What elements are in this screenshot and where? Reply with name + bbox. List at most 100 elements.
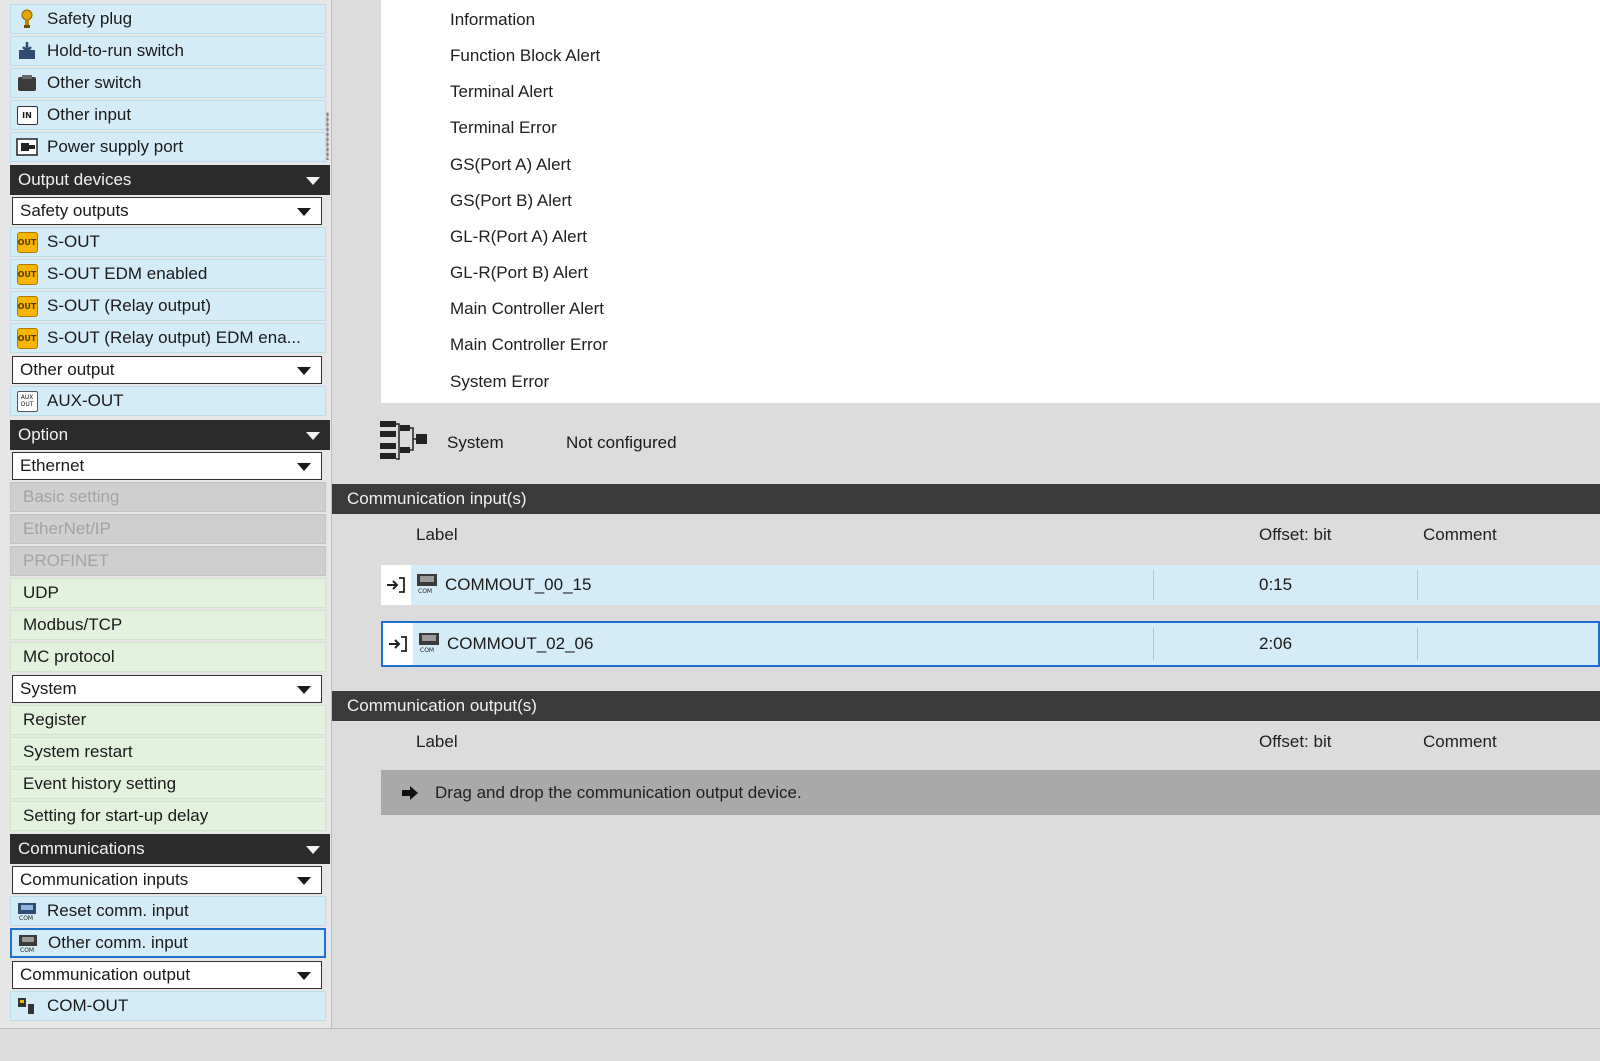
col-header-offset: Offset: bit <box>1259 525 1332 544</box>
system-tree-icon <box>380 419 428 468</box>
section-title: Communication input(s) <box>347 489 527 508</box>
com-device-icon: COM <box>417 631 441 658</box>
palette-item-other-input[interactable]: IN Other input <box>10 100 326 130</box>
palette-item-other-switch[interactable]: Other switch <box>10 68 326 98</box>
palette-item-label: S-OUT <box>47 232 100 251</box>
svg-text:COM: COM <box>20 947 34 953</box>
category-label: Communications <box>18 839 145 858</box>
dropdown-communication-output[interactable]: Communication output <box>12 961 322 989</box>
safety-plug-icon <box>15 8 39 30</box>
out-badge-icon: OUT <box>15 263 39 285</box>
chevron-down-icon <box>297 877 311 885</box>
section-title: Communication output(s) <box>347 696 537 715</box>
palette-item-label: Other comm. input <box>48 933 188 952</box>
palette-item-label: Hold-to-run switch <box>47 41 184 60</box>
palette-item-mc-protocol[interactable]: MC protocol <box>10 642 326 672</box>
chevron-down-icon <box>297 686 311 694</box>
palette-item-label: S-OUT EDM enabled <box>47 264 208 283</box>
column-divider <box>1153 628 1154 660</box>
power-port-icon <box>15 136 39 158</box>
palette-item-ethernet-ip: EtherNet/IP <box>10 514 326 544</box>
palette-item-com-out[interactable]: COM-OUT <box>10 991 326 1021</box>
palette-item-label: Basic setting <box>23 487 120 506</box>
palette-item-udp[interactable]: UDP <box>10 578 326 608</box>
alert-item: Main Controller Alert <box>450 299 605 318</box>
palette-item-basic-setting: Basic setting <box>10 482 326 512</box>
palette-item-event-history[interactable]: Event history setting <box>10 769 326 799</box>
com-device-icon: COM <box>16 932 40 954</box>
palette-item-modbus-tcp[interactable]: Modbus/TCP <box>10 610 326 640</box>
dropdown-value: Safety outputs <box>20 201 129 220</box>
chevron-down-icon <box>306 177 320 185</box>
alert-item: GS(Port A) Alert <box>450 155 571 174</box>
palette-item-label: PROFINET <box>23 551 109 570</box>
chevron-down-icon <box>306 846 320 854</box>
palette-item-power-supply-port[interactable]: Power supply port <box>10 132 326 162</box>
chevron-down-icon <box>297 367 311 375</box>
splitter-handle[interactable] <box>326 112 329 160</box>
alert-item: Terminal Alert <box>450 82 553 101</box>
comm-output-drop-zone[interactable]: Drag and drop the communication output d… <box>381 770 1600 815</box>
dropdown-value: Ethernet <box>20 456 85 475</box>
palette-item-register[interactable]: Register <box>10 705 326 735</box>
palette-item-label: Event history setting <box>23 774 177 793</box>
dropdown-ethernet[interactable]: Ethernet <box>12 452 322 480</box>
column-divider <box>1417 570 1418 600</box>
alert-item: GL-R(Port A) Alert <box>450 227 587 246</box>
row-offset: 0:15 <box>1259 575 1293 594</box>
palette-item-other-comm-input[interactable]: COM Other comm. input <box>10 928 326 958</box>
palette-item-s-out[interactable]: OUT S-OUT <box>10 227 326 257</box>
palette-item-s-out-relay-edm[interactable]: OUT S-OUT (Relay output) EDM ena... <box>10 323 326 353</box>
category-communications[interactable]: Communications <box>10 834 330 864</box>
system-status-row[interactable]: System Not configured <box>380 418 677 468</box>
col-header-offset: Offset: bit <box>1259 732 1332 751</box>
palette-item-reset-comm-input[interactable]: COM Reset comm. input <box>10 896 326 926</box>
dropdown-safety-outputs[interactable]: Safety outputs <box>12 197 322 225</box>
comm-input-row-selected[interactable]: COM COMMOUT_02_06 2:06 <box>381 621 1600 667</box>
palette-item-label: S-OUT (Relay output) EDM ena... <box>47 328 301 347</box>
dropdown-other-output[interactable]: Other output <box>12 356 322 384</box>
palette-item-label: Reset comm. input <box>47 901 189 920</box>
palette-item-aux-out[interactable]: AUX OUT AUX-OUT <box>10 386 326 416</box>
category-label: Output devices <box>18 170 132 189</box>
col-header-comment: Comment <box>1423 525 1497 544</box>
in-badge-icon: IN <box>15 104 39 126</box>
palette-item-label: Modbus/TCP <box>23 615 123 634</box>
col-header-comment: Comment <box>1423 732 1497 751</box>
svg-text:COM: COM <box>420 647 434 653</box>
palette-item-safety-plug[interactable]: Safety plug <box>10 4 326 34</box>
alert-item: GS(Port B) Alert <box>450 191 572 210</box>
svg-text:COM: COM <box>418 588 432 594</box>
col-header-label: Label <box>416 525 458 544</box>
palette-item-hold-to-run-switch[interactable]: Hold-to-run switch <box>10 36 326 66</box>
alert-item: Main Controller Error <box>450 335 608 354</box>
palette-item-label: S-OUT (Relay output) <box>47 296 212 315</box>
dropdown-system[interactable]: System <box>12 675 322 703</box>
arrow-right-icon <box>401 784 419 802</box>
device-palette: Safety plug Hold-to-run switch Other swi… <box>0 0 332 1060</box>
out-badge-icon: OUT <box>15 327 39 349</box>
palette-item-startup-delay[interactable]: Setting for start-up delay <box>10 801 326 831</box>
dropdown-value: Communication inputs <box>20 870 189 889</box>
comm-input-row[interactable]: COM COMMOUT_00_15 0:15 <box>381 565 1600 605</box>
out-badge-icon: OUT <box>15 231 39 253</box>
palette-item-s-out-relay[interactable]: OUT S-OUT (Relay output) <box>10 291 326 321</box>
palette-item-label: AUX-OUT <box>47 391 124 410</box>
hold-to-run-icon <box>15 40 39 62</box>
switch-icon <box>15 72 39 94</box>
row-offset: 2:06 <box>1259 634 1293 653</box>
status-strip <box>0 1028 1600 1061</box>
main-panel: Information Function Block Alert Termina… <box>332 0 1600 1060</box>
system-status: Not configured <box>566 433 677 452</box>
dropdown-value: System <box>20 679 77 698</box>
palette-item-system-restart[interactable]: System restart <box>10 737 326 767</box>
palette-item-label: UDP <box>23 583 59 602</box>
chevron-down-icon <box>297 463 311 471</box>
chevron-down-icon <box>297 208 311 216</box>
com-device-icon: COM <box>415 572 439 599</box>
category-option[interactable]: Option <box>10 420 330 450</box>
category-output-devices[interactable]: Output devices <box>10 165 330 195</box>
dropdown-communication-inputs[interactable]: Communication inputs <box>12 866 322 894</box>
svg-text:COM: COM <box>19 915 33 921</box>
palette-item-s-out-edm[interactable]: OUT S-OUT EDM enabled <box>10 259 326 289</box>
